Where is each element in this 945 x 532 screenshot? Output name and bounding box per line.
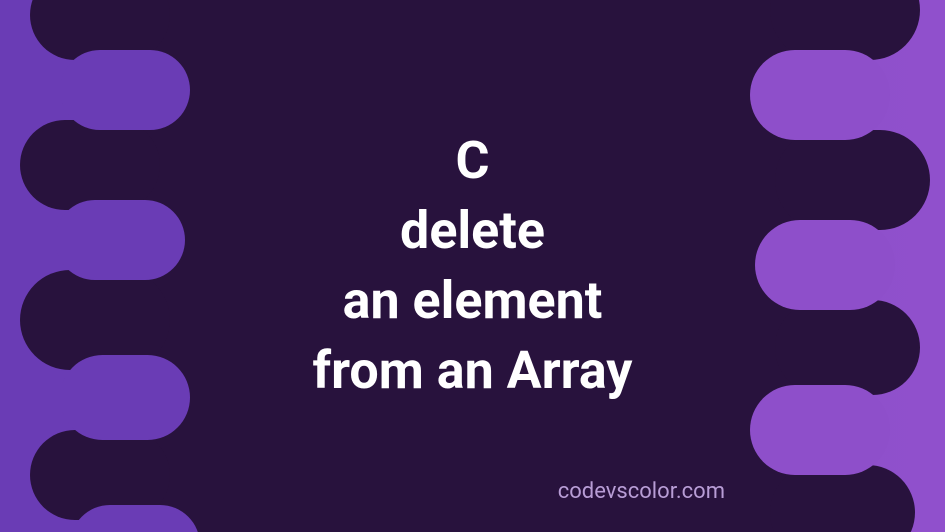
banner-title: C delete an element from an Array xyxy=(313,126,633,407)
title-line-2: delete xyxy=(313,196,633,266)
title-line-3: an element xyxy=(313,266,633,336)
title-line-1: C xyxy=(313,126,633,196)
content-area: C delete an element from an Array xyxy=(0,0,945,532)
watermark-text: codevscolor.com xyxy=(558,479,725,504)
title-line-4: from an Array xyxy=(313,336,633,406)
banner-container: C delete an element from an Array codevs… xyxy=(0,0,945,532)
